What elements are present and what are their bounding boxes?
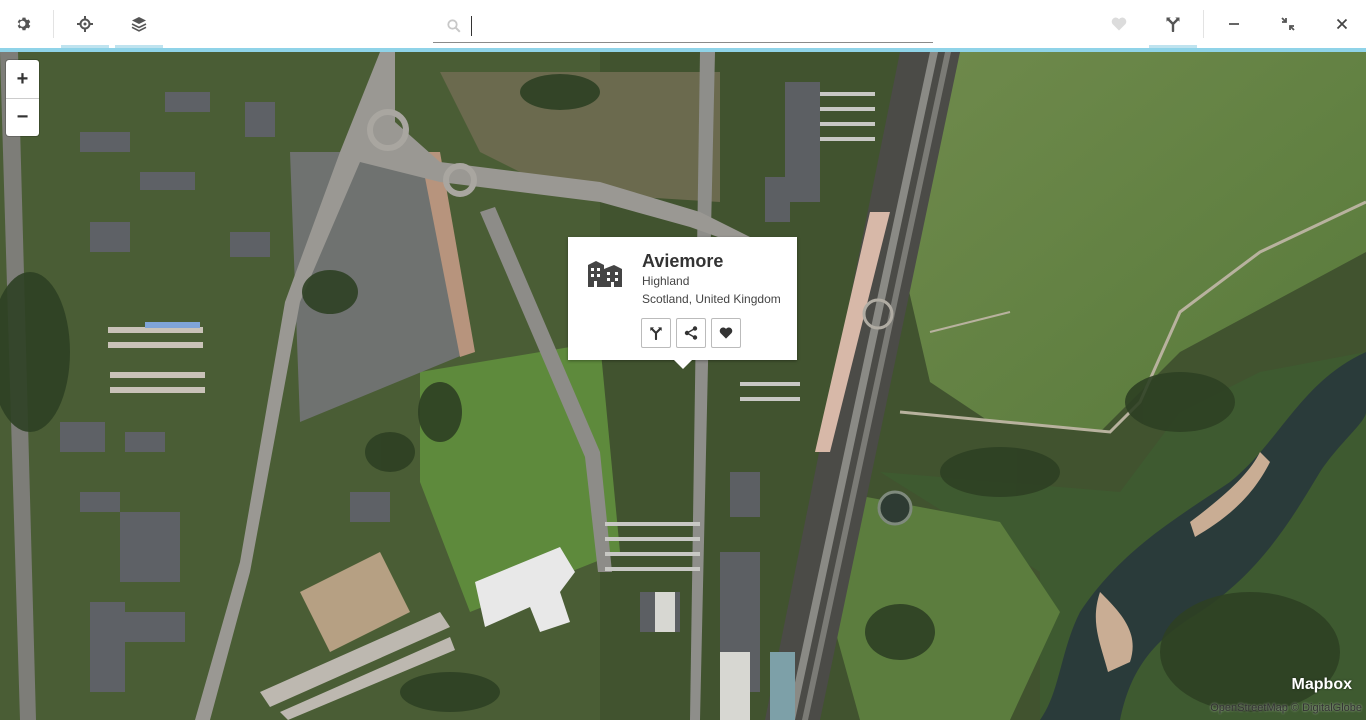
place-popup: Aviemore Highland Scotland, United Kingd… [568, 237, 797, 369]
restore-button[interactable] [1264, 0, 1312, 48]
place-country: Scotland, United Kingdom [642, 292, 781, 306]
locate-button[interactable] [61, 0, 109, 48]
search-box[interactable] [433, 10, 933, 43]
layers-button[interactable] [115, 0, 163, 48]
popup-actions [641, 318, 741, 348]
toolbar-divider [1203, 10, 1204, 38]
close-icon [1336, 18, 1348, 30]
popup-share-button[interactable] [676, 318, 706, 348]
search-input[interactable] [473, 14, 917, 40]
place-region: Highland [642, 274, 690, 288]
zoom-out-button[interactable]: − [6, 98, 39, 136]
minimize-icon [1229, 23, 1239, 25]
city-icon [588, 261, 622, 287]
restore-icon [1281, 17, 1295, 31]
zoom-in-button[interactable]: + [6, 60, 39, 98]
text-caret [471, 16, 472, 36]
toolbar-accent-bar [0, 48, 1366, 52]
toolbar-divider [53, 10, 54, 38]
heart-icon [719, 327, 733, 339]
popup-directions-button[interactable] [641, 318, 671, 348]
minimize-button[interactable] [1210, 0, 1258, 48]
place-name: Aviemore [642, 251, 724, 271]
search-icon [447, 19, 461, 33]
close-button[interactable] [1318, 0, 1366, 48]
map-view[interactable]: + − Mapbox OpenStreetMap © DigitalGlobe [0, 52, 1366, 720]
zoom-control: + − [6, 60, 39, 136]
share-icon [684, 326, 698, 340]
favorite-button[interactable] [1095, 0, 1143, 48]
popup-favorite-button[interactable] [711, 318, 741, 348]
directions-icon [650, 327, 662, 340]
map-attribution[interactable]: OpenStreetMap © DigitalGlobe [1210, 702, 1362, 714]
directions-icon [1166, 17, 1180, 32]
gear-icon [17, 17, 31, 31]
mapbox-logo[interactable]: Mapbox [1292, 676, 1352, 694]
directions-button[interactable] [1149, 0, 1197, 48]
layers-icon [131, 17, 147, 32]
crosshair-icon [77, 16, 93, 32]
heart-icon [1111, 17, 1127, 31]
satellite-imagery [0, 52, 1366, 720]
top-toolbar [0, 0, 1366, 48]
settings-button[interactable] [0, 0, 48, 48]
attribution-text[interactable]: OpenStreetMap © DigitalGlobe [1210, 702, 1362, 714]
